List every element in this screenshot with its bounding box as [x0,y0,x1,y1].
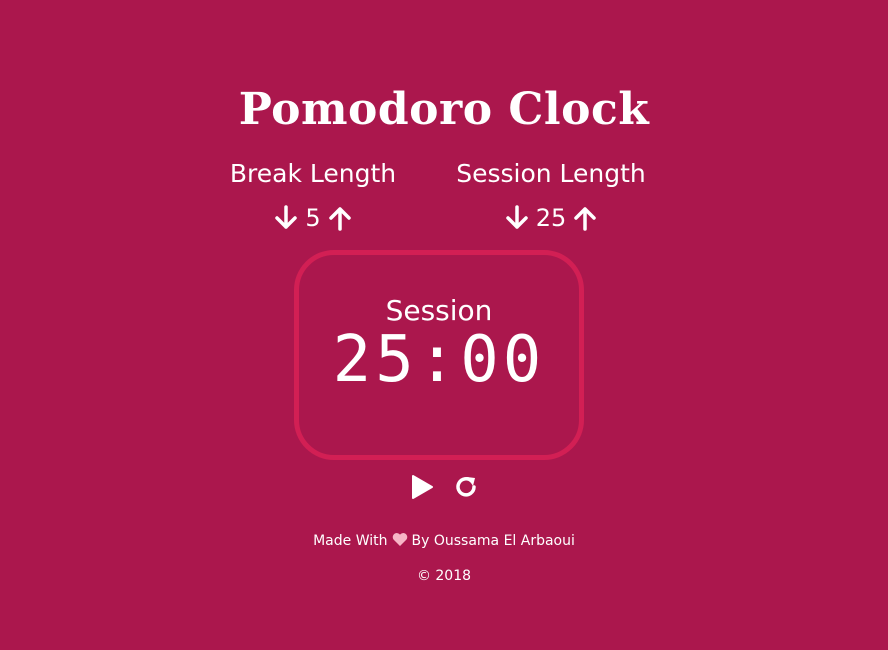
session-length-control: 25 [436,200,666,236]
app-title: Pomodoro Clock [238,84,650,135]
break-length-control: 5 [198,200,428,236]
time-left-display: 25:00 [332,323,546,397]
start-stop-button[interactable] [407,472,437,502]
session-length-label: Session Length [456,159,646,188]
arrow-up-icon [328,207,351,231]
session-increment-button[interactable] [572,203,598,233]
break-length-value: 5 [305,204,321,232]
heart-icon [392,532,408,553]
footer-author: By Oussama El Arbaoui [411,533,575,549]
footer-made-with: Made With [313,533,388,549]
session-decrement-button[interactable] [504,203,530,233]
timer-controls [0,470,888,504]
break-decrement-button[interactable] [273,203,299,233]
break-length-label: Break Length [229,159,397,188]
refresh-icon [456,477,476,497]
arrow-down-icon [275,205,298,229]
arrow-down-icon [505,205,528,229]
footer-credit: Made With By Oussama El Arbaoui [0,531,888,553]
play-icon [412,475,433,499]
session-length-value: 25 [535,204,567,232]
reset-button[interactable] [451,472,481,502]
timer-panel: Session 25:00 [294,250,584,460]
arrow-up-icon [574,207,597,231]
break-increment-button[interactable] [327,203,353,233]
footer-copyright: © 2018 [416,568,472,584]
